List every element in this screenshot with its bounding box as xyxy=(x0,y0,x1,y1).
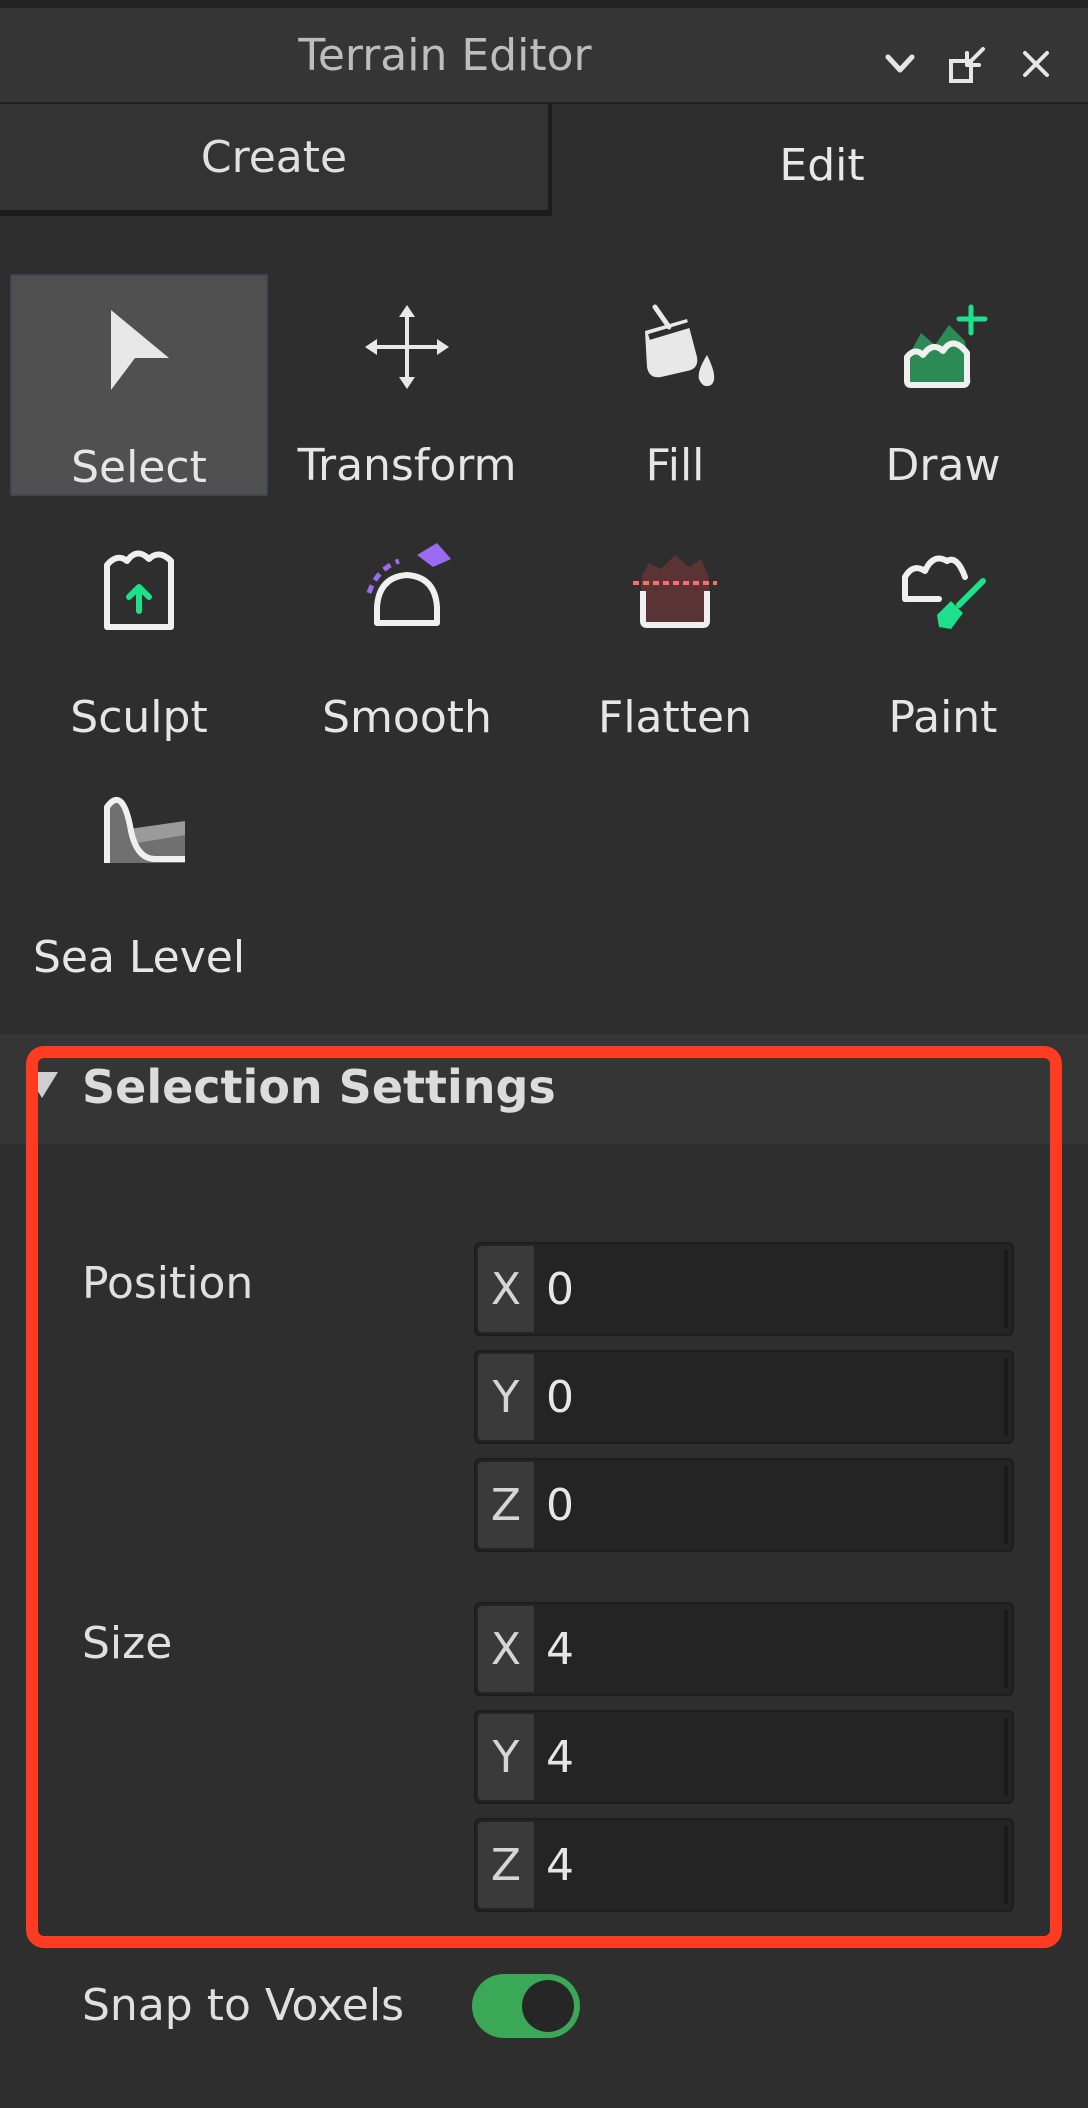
axis-label: X xyxy=(478,1606,534,1692)
terrain-editor-panel: Terrain Editor Create Edit Select Transf… xyxy=(0,0,1088,2108)
field-divider xyxy=(1004,1610,1008,1688)
field-divider xyxy=(1004,1718,1008,1796)
size-label: Size xyxy=(82,1618,173,1669)
selection-settings-header[interactable]: Selection Settings xyxy=(0,1034,1088,1144)
axis-label: Y xyxy=(478,1354,534,1440)
tool-label: Paint xyxy=(888,692,998,743)
axis-label: X xyxy=(478,1246,534,1332)
tool-label: Sculpt xyxy=(70,692,208,743)
position-z-input[interactable] xyxy=(546,1462,986,1548)
tool-label: Draw xyxy=(885,440,1001,491)
collapse-triangle-icon[interactable] xyxy=(22,1066,62,1110)
tool-label: Flatten xyxy=(598,692,752,743)
tab-bar: Create Edit xyxy=(0,104,1088,222)
tool-sea-level[interactable]: Sea Level xyxy=(10,754,268,983)
size-y-input[interactable] xyxy=(546,1714,986,1800)
select-arrow-icon xyxy=(84,294,194,404)
axis-label: Z xyxy=(478,1462,534,1548)
position-y-input[interactable] xyxy=(546,1354,986,1440)
move-arrows-icon xyxy=(352,292,462,402)
size-y-field[interactable]: Y xyxy=(474,1710,1014,1804)
tool-label: Transform xyxy=(297,440,517,491)
chevron-down-icon[interactable] xyxy=(876,40,924,88)
terrain-paint-icon xyxy=(888,532,998,642)
sea-level-icon xyxy=(84,772,194,882)
snap-to-voxels-label: Snap to Voxels xyxy=(82,1980,405,2031)
tool-select[interactable]: Select xyxy=(10,274,268,496)
position-x-input[interactable] xyxy=(546,1246,986,1332)
size-x-input[interactable] xyxy=(546,1606,986,1692)
tool-sculpt[interactable]: Sculpt xyxy=(10,514,268,743)
terrain-add-icon xyxy=(888,292,998,402)
tool-transform[interactable]: Transform xyxy=(278,274,536,496)
section-title: Selection Settings xyxy=(82,1060,556,1114)
window-title: Terrain Editor xyxy=(298,30,592,81)
terrain-raise-icon xyxy=(84,532,194,642)
position-y-field[interactable]: Y xyxy=(474,1350,1014,1444)
tool-smooth[interactable]: Smooth xyxy=(278,514,536,743)
field-divider xyxy=(1004,1250,1008,1328)
title-bar: Terrain Editor xyxy=(0,0,1088,104)
tool-label: Select xyxy=(71,442,207,493)
snap-to-voxels-toggle[interactable] xyxy=(472,1974,580,2038)
position-label: Position xyxy=(82,1258,254,1309)
toggle-knob xyxy=(522,1980,574,2032)
tool-label: Smooth xyxy=(322,692,492,743)
terrain-flatten-icon xyxy=(620,532,730,642)
field-divider xyxy=(1004,1358,1008,1436)
tool-label: Fill xyxy=(645,440,705,491)
tool-label: Sea Level xyxy=(32,932,246,983)
dock-icon[interactable] xyxy=(944,40,992,88)
tool-flatten[interactable]: Flatten xyxy=(546,514,804,743)
size-x-field[interactable]: X xyxy=(474,1602,1014,1696)
tab-create[interactable]: Create xyxy=(0,104,552,216)
size-z-field[interactable]: Z xyxy=(474,1818,1014,1912)
close-icon[interactable] xyxy=(1012,40,1060,88)
size-z-input[interactable] xyxy=(546,1822,986,1908)
field-divider xyxy=(1004,1466,1008,1544)
position-x-field[interactable]: X xyxy=(474,1242,1014,1336)
tool-paint[interactable]: Paint xyxy=(814,514,1072,743)
tab-edit[interactable]: Edit xyxy=(556,108,1088,222)
field-divider xyxy=(1004,1826,1008,1904)
tool-fill[interactable]: Fill xyxy=(546,274,804,496)
tool-draw[interactable]: Draw xyxy=(814,274,1072,496)
axis-label: Z xyxy=(478,1822,534,1908)
position-z-field[interactable]: Z xyxy=(474,1458,1014,1552)
axis-label: Y xyxy=(478,1714,534,1800)
terrain-smooth-icon xyxy=(352,532,462,642)
paint-bucket-icon xyxy=(620,292,730,402)
